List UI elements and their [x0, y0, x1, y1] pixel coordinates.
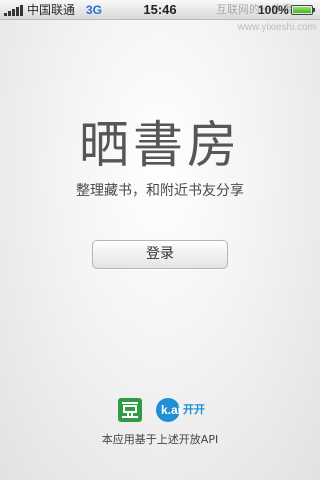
battery-tip — [313, 8, 315, 12]
watermark-url: www.yixieshi.com — [237, 22, 316, 33]
login-button[interactable]: 登录 — [92, 240, 228, 269]
kaikai-logo-icon[interactable]: k.ai 开开 — [156, 398, 216, 422]
status-bar: 中国联通 3G 15:46 互联网的一些事 100% — [0, 0, 320, 20]
kaikai-name: 开开 — [183, 403, 205, 416]
app-title: 晒書房 — [79, 116, 241, 174]
kaikai-mark: k.ai — [160, 403, 181, 417]
app-tagline: 整理藏书，和附近书友分享 — [76, 183, 244, 199]
powered-by-text: 本应用基于上述开放API — [101, 433, 219, 446]
douban-logo-icon[interactable] — [118, 398, 142, 422]
battery-full-icon — [291, 5, 313, 15]
battery-percent: 100% — [258, 3, 289, 17]
